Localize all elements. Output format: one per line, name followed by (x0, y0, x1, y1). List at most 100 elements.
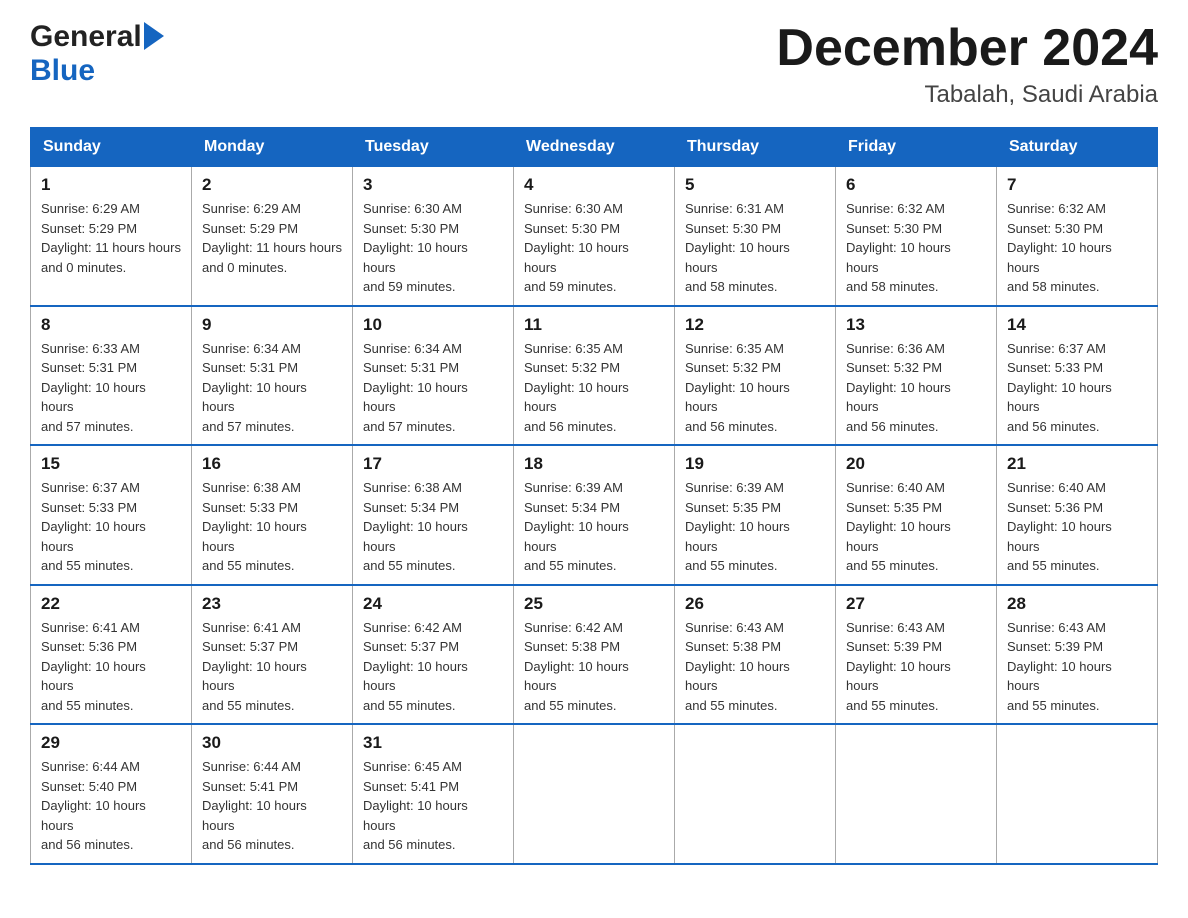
day-info: Sunrise: 6:37 AMSunset: 5:33 PMDaylight:… (41, 478, 181, 576)
day-number: 18 (524, 454, 664, 474)
calendar-table: SundayMondayTuesdayWednesdayThursdayFrid… (30, 127, 1158, 865)
calendar-cell: 29 Sunrise: 6:44 AMSunset: 5:40 PMDaylig… (31, 724, 192, 864)
day-info: Sunrise: 6:39 AMSunset: 5:35 PMDaylight:… (685, 478, 825, 576)
day-number: 22 (41, 594, 181, 614)
day-info: Sunrise: 6:38 AMSunset: 5:33 PMDaylight:… (202, 478, 342, 576)
calendar-cell: 12 Sunrise: 6:35 AMSunset: 5:32 PMDaylig… (675, 306, 836, 446)
page-subtitle: Tabalah, Saudi Arabia (776, 81, 1158, 109)
title-block: December 2024 Tabalah, Saudi Arabia (776, 20, 1158, 109)
logo: General Blue (30, 20, 166, 88)
day-number: 24 (363, 594, 503, 614)
calendar-cell: 4 Sunrise: 6:30 AMSunset: 5:30 PMDayligh… (514, 167, 675, 306)
day-info: Sunrise: 6:45 AMSunset: 5:41 PMDaylight:… (363, 757, 503, 855)
day-info: Sunrise: 6:40 AMSunset: 5:36 PMDaylight:… (1007, 478, 1147, 576)
day-info: Sunrise: 6:29 AMSunset: 5:29 PMDaylight:… (41, 199, 181, 277)
day-number: 14 (1007, 315, 1147, 335)
calendar-cell (997, 724, 1158, 864)
day-info: Sunrise: 6:41 AMSunset: 5:36 PMDaylight:… (41, 618, 181, 716)
page-title: December 2024 (776, 20, 1158, 77)
calendar-cell: 13 Sunrise: 6:36 AMSunset: 5:32 PMDaylig… (836, 306, 997, 446)
header-thursday: Thursday (675, 128, 836, 167)
logo-blue: Blue (30, 54, 95, 87)
calendar-cell: 14 Sunrise: 6:37 AMSunset: 5:33 PMDaylig… (997, 306, 1158, 446)
calendar-cell: 3 Sunrise: 6:30 AMSunset: 5:30 PMDayligh… (353, 167, 514, 306)
day-number: 3 (363, 175, 503, 195)
calendar-week-row: 1 Sunrise: 6:29 AMSunset: 5:29 PMDayligh… (31, 167, 1158, 306)
day-info: Sunrise: 6:41 AMSunset: 5:37 PMDaylight:… (202, 618, 342, 716)
day-number: 12 (685, 315, 825, 335)
day-number: 8 (41, 315, 181, 335)
day-info: Sunrise: 6:35 AMSunset: 5:32 PMDaylight:… (685, 339, 825, 437)
day-number: 31 (363, 733, 503, 753)
calendar-cell: 20 Sunrise: 6:40 AMSunset: 5:35 PMDaylig… (836, 445, 997, 585)
header-saturday: Saturday (997, 128, 1158, 167)
day-number: 11 (524, 315, 664, 335)
calendar-cell: 9 Sunrise: 6:34 AMSunset: 5:31 PMDayligh… (192, 306, 353, 446)
day-info: Sunrise: 6:39 AMSunset: 5:34 PMDaylight:… (524, 478, 664, 576)
day-number: 25 (524, 594, 664, 614)
day-number: 13 (846, 315, 986, 335)
calendar-cell: 10 Sunrise: 6:34 AMSunset: 5:31 PMDaylig… (353, 306, 514, 446)
day-info: Sunrise: 6:30 AMSunset: 5:30 PMDaylight:… (363, 199, 503, 297)
day-info: Sunrise: 6:37 AMSunset: 5:33 PMDaylight:… (1007, 339, 1147, 437)
calendar-cell: 19 Sunrise: 6:39 AMSunset: 5:35 PMDaylig… (675, 445, 836, 585)
day-info: Sunrise: 6:38 AMSunset: 5:34 PMDaylight:… (363, 478, 503, 576)
day-number: 23 (202, 594, 342, 614)
day-number: 15 (41, 454, 181, 474)
calendar-cell: 6 Sunrise: 6:32 AMSunset: 5:30 PMDayligh… (836, 167, 997, 306)
day-info: Sunrise: 6:34 AMSunset: 5:31 PMDaylight:… (202, 339, 342, 437)
day-info: Sunrise: 6:33 AMSunset: 5:31 PMDaylight:… (41, 339, 181, 437)
day-info: Sunrise: 6:31 AMSunset: 5:30 PMDaylight:… (685, 199, 825, 297)
calendar-cell: 31 Sunrise: 6:45 AMSunset: 5:41 PMDaylig… (353, 724, 514, 864)
day-info: Sunrise: 6:40 AMSunset: 5:35 PMDaylight:… (846, 478, 986, 576)
calendar-cell (675, 724, 836, 864)
day-info: Sunrise: 6:36 AMSunset: 5:32 PMDaylight:… (846, 339, 986, 437)
calendar-cell (836, 724, 997, 864)
calendar-cell: 18 Sunrise: 6:39 AMSunset: 5:34 PMDaylig… (514, 445, 675, 585)
day-number: 29 (41, 733, 181, 753)
calendar-cell: 11 Sunrise: 6:35 AMSunset: 5:32 PMDaylig… (514, 306, 675, 446)
calendar-cell: 1 Sunrise: 6:29 AMSunset: 5:29 PMDayligh… (31, 167, 192, 306)
calendar-week-row: 15 Sunrise: 6:37 AMSunset: 5:33 PMDaylig… (31, 445, 1158, 585)
day-number: 10 (363, 315, 503, 335)
day-number: 2 (202, 175, 342, 195)
logo-general: General (30, 20, 142, 54)
calendar-cell: 28 Sunrise: 6:43 AMSunset: 5:39 PMDaylig… (997, 585, 1158, 725)
calendar-cell: 21 Sunrise: 6:40 AMSunset: 5:36 PMDaylig… (997, 445, 1158, 585)
day-number: 1 (41, 175, 181, 195)
calendar-cell: 27 Sunrise: 6:43 AMSunset: 5:39 PMDaylig… (836, 585, 997, 725)
header-friday: Friday (836, 128, 997, 167)
calendar-cell: 15 Sunrise: 6:37 AMSunset: 5:33 PMDaylig… (31, 445, 192, 585)
day-number: 26 (685, 594, 825, 614)
day-number: 21 (1007, 454, 1147, 474)
calendar-cell: 5 Sunrise: 6:31 AMSunset: 5:30 PMDayligh… (675, 167, 836, 306)
calendar-cell: 22 Sunrise: 6:41 AMSunset: 5:36 PMDaylig… (31, 585, 192, 725)
day-info: Sunrise: 6:35 AMSunset: 5:32 PMDaylight:… (524, 339, 664, 437)
day-info: Sunrise: 6:42 AMSunset: 5:37 PMDaylight:… (363, 618, 503, 716)
calendar-cell: 16 Sunrise: 6:38 AMSunset: 5:33 PMDaylig… (192, 445, 353, 585)
calendar-cell: 30 Sunrise: 6:44 AMSunset: 5:41 PMDaylig… (192, 724, 353, 864)
header-tuesday: Tuesday (353, 128, 514, 167)
day-number: 9 (202, 315, 342, 335)
calendar-cell: 8 Sunrise: 6:33 AMSunset: 5:31 PMDayligh… (31, 306, 192, 446)
day-info: Sunrise: 6:43 AMSunset: 5:39 PMDaylight:… (1007, 618, 1147, 716)
day-number: 16 (202, 454, 342, 474)
calendar-cell: 23 Sunrise: 6:41 AMSunset: 5:37 PMDaylig… (192, 585, 353, 725)
day-info: Sunrise: 6:29 AMSunset: 5:29 PMDaylight:… (202, 199, 342, 277)
calendar-week-row: 8 Sunrise: 6:33 AMSunset: 5:31 PMDayligh… (31, 306, 1158, 446)
calendar-cell: 25 Sunrise: 6:42 AMSunset: 5:38 PMDaylig… (514, 585, 675, 725)
calendar-week-row: 22 Sunrise: 6:41 AMSunset: 5:36 PMDaylig… (31, 585, 1158, 725)
calendar-cell: 2 Sunrise: 6:29 AMSunset: 5:29 PMDayligh… (192, 167, 353, 306)
calendar-week-row: 29 Sunrise: 6:44 AMSunset: 5:40 PMDaylig… (31, 724, 1158, 864)
day-info: Sunrise: 6:44 AMSunset: 5:40 PMDaylight:… (41, 757, 181, 855)
day-number: 4 (524, 175, 664, 195)
logo-arrow-icon (144, 22, 164, 52)
calendar-cell: 7 Sunrise: 6:32 AMSunset: 5:30 PMDayligh… (997, 167, 1158, 306)
day-number: 30 (202, 733, 342, 753)
day-number: 19 (685, 454, 825, 474)
header-monday: Monday (192, 128, 353, 167)
day-number: 6 (846, 175, 986, 195)
day-info: Sunrise: 6:32 AMSunset: 5:30 PMDaylight:… (846, 199, 986, 297)
day-info: Sunrise: 6:43 AMSunset: 5:39 PMDaylight:… (846, 618, 986, 716)
calendar-cell (514, 724, 675, 864)
